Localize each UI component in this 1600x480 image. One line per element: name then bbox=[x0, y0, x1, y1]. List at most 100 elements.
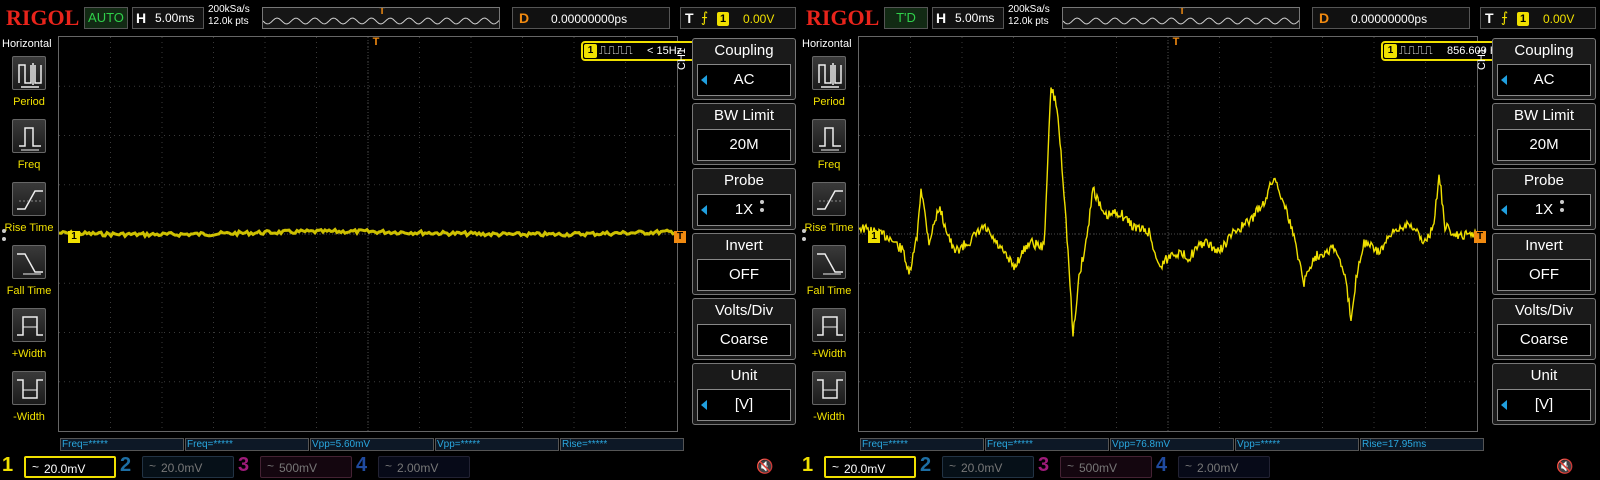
measure-period-button[interactable]: Period bbox=[800, 56, 858, 118]
menu-volts-div-button[interactable]: Volts/Div Coarse bbox=[1492, 298, 1596, 360]
menu-item-value: AC bbox=[1497, 64, 1591, 96]
trigger-settings[interactable]: T ⨍ 1 0.00V bbox=[680, 7, 796, 29]
measure-rise-time-button[interactable]: Rise Time bbox=[800, 182, 858, 244]
rise-time-icon bbox=[812, 182, 846, 216]
ac-coupling-icon: ~ bbox=[1185, 459, 1193, 473]
measure-freq-button[interactable]: Freq bbox=[800, 119, 858, 181]
horizontal-label: H bbox=[136, 10, 147, 26]
channel-menu: Coupling AC BW Limit 20M Probe 1X Invert OFF Vol… bbox=[1490, 38, 1598, 434]
menu-item-value: [V] bbox=[1497, 389, 1591, 421]
menu-probe-button[interactable]: Probe 1X bbox=[1492, 168, 1596, 230]
waveform-graticule[interactable]: 1 ⎍⎍⎍⎍ 856.609 Hz bbox=[858, 36, 1525, 432]
measure-rise-time-button[interactable]: Rise Time bbox=[0, 182, 58, 244]
waveform-graticule[interactable]: 1 ⎍⎍⎍⎍ < 15Hz bbox=[58, 36, 725, 432]
memory-window-overview[interactable]: T bbox=[1062, 7, 1300, 29]
channel-number: 1 bbox=[802, 454, 814, 476]
trigger-settings[interactable]: T ⨍ 1 0.00V bbox=[1480, 7, 1596, 29]
negative-width-icon bbox=[812, 371, 846, 405]
measurement-result: Freq=***** bbox=[60, 438, 184, 451]
period-icon bbox=[12, 56, 46, 90]
negative-width-icon bbox=[12, 371, 46, 405]
trigger-time-marker[interactable]: T bbox=[369, 36, 383, 50]
menu-probe-button[interactable]: Probe 1X bbox=[692, 168, 796, 230]
square-wave-icon: ⎍⎍⎍⎍ bbox=[599, 43, 633, 57]
menu-item-title: Invert bbox=[1525, 237, 1563, 254]
speaker-muted-icon[interactable]: 🔇 bbox=[756, 458, 776, 476]
measure-negative-width-button[interactable]: -Width bbox=[0, 371, 58, 433]
horizontal-timebase[interactable]: H 5.00ms bbox=[132, 7, 204, 29]
menu-item-value: 1X bbox=[697, 194, 791, 226]
menu-bw-limit-button[interactable]: BW Limit 20M bbox=[692, 103, 796, 165]
menu-more-icon[interactable] bbox=[760, 200, 766, 218]
measurement-result: Freq=***** bbox=[860, 438, 984, 451]
measure-fall-time-button[interactable]: Fall Time bbox=[800, 245, 858, 307]
graticule-grid bbox=[859, 37, 1477, 431]
sample-rate: 200kSa/s bbox=[1008, 4, 1050, 15]
measurement-result: Vpp=***** bbox=[1235, 438, 1359, 451]
menu-item-title: Unit bbox=[730, 367, 758, 384]
measure-period-button[interactable]: Period bbox=[0, 56, 58, 118]
channel-scale-box: ~2.00mV bbox=[1178, 456, 1270, 478]
run-status-badge[interactable]: AUTO bbox=[84, 7, 128, 29]
menu-item-title: Coupling bbox=[1514, 42, 1574, 59]
channel-menu-label: CH1 bbox=[1476, 47, 1488, 70]
menu-coupling-button[interactable]: Coupling AC bbox=[692, 38, 796, 100]
freq-icon bbox=[812, 119, 846, 153]
fall-time-icon bbox=[812, 245, 846, 279]
measure-positive-width-button[interactable]: +Width bbox=[800, 308, 858, 370]
channel-scale: 500mV bbox=[1079, 461, 1118, 475]
measure-positive-width-button[interactable]: +Width bbox=[0, 308, 58, 370]
memory-window-overview[interactable]: T bbox=[262, 7, 500, 29]
delay-label: D bbox=[519, 10, 530, 26]
fall-time-icon bbox=[12, 245, 46, 279]
run-status-badge[interactable]: T'D bbox=[884, 7, 928, 29]
trigger-level-marker[interactable]: T bbox=[674, 231, 686, 243]
measure-fall-time-button[interactable]: Fall Time bbox=[0, 245, 58, 307]
measurement-result: Vpp=5.60mV bbox=[310, 438, 434, 451]
delay-value: 0.00000000ps bbox=[551, 12, 628, 26]
menu-item-value: 1X bbox=[1497, 194, 1591, 226]
menu-invert-button[interactable]: Invert OFF bbox=[1492, 233, 1596, 295]
menu-item-value: 20M bbox=[1497, 129, 1591, 161]
trigger-delay[interactable]: D 0.00000000ps bbox=[512, 7, 670, 29]
measurement-results-row: Freq=***** Freq=***** Vpp=5.60mV Vpp=***** R… bbox=[60, 438, 688, 451]
ac-coupling-icon: ~ bbox=[32, 460, 40, 474]
more-options-icon[interactable] bbox=[802, 229, 808, 247]
rising-edge-icon: ⨍ bbox=[1501, 9, 1509, 25]
ch1-offset-marker[interactable]: 1 bbox=[868, 231, 880, 243]
horizontal-timebase[interactable]: H 5.00ms bbox=[932, 7, 1004, 29]
menu-bw-limit-button[interactable]: BW Limit 20M bbox=[1492, 103, 1596, 165]
left-arrow-icon bbox=[701, 75, 707, 85]
timebase-value: 5.00ms bbox=[155, 11, 195, 25]
menu-volts-div-button[interactable]: Volts/Div Coarse bbox=[692, 298, 796, 360]
channel-scale: 20.0mV bbox=[44, 462, 86, 476]
channel-scale: 20.0mV bbox=[161, 461, 203, 475]
sample-rate: 200kSa/s bbox=[208, 4, 250, 15]
ac-coupling-icon: ~ bbox=[267, 459, 275, 473]
measure-freq-button[interactable]: Freq bbox=[0, 119, 58, 181]
measurement-panel: Horizontal Period Freq Rise Time Fall Time +… bbox=[0, 36, 58, 436]
channel-scale-box: ~20.0mV bbox=[824, 456, 916, 478]
channel-number: 1 bbox=[2, 454, 14, 476]
trigger-level-marker[interactable]: T bbox=[1474, 231, 1486, 243]
trigger-label: T bbox=[1485, 10, 1494, 26]
trigger-delay[interactable]: D 0.00000000ps bbox=[1312, 7, 1470, 29]
trigger-time-marker[interactable]: T bbox=[1169, 36, 1183, 50]
channel-scale: 2.00mV bbox=[397, 461, 439, 475]
ch1-offset-marker[interactable]: 1 bbox=[68, 231, 80, 243]
channel-number: 2 bbox=[120, 454, 132, 476]
sample-info: 200kSa/s 12.0k pts bbox=[208, 4, 250, 28]
menu-more-icon[interactable] bbox=[1560, 200, 1566, 218]
ac-coupling-icon: ~ bbox=[832, 460, 840, 474]
menu-unit-button[interactable]: Unit [V] bbox=[1492, 363, 1596, 425]
menu-invert-button[interactable]: Invert OFF bbox=[692, 233, 796, 295]
menu-unit-button[interactable]: Unit [V] bbox=[692, 363, 796, 425]
menu-item-value: 20M bbox=[697, 129, 791, 161]
measure-negative-width-button[interactable]: -Width bbox=[800, 371, 858, 433]
oscilloscope-screen-right: RIGOL T'D H 5.00ms 200kSa/s 12.0k pts T … bbox=[800, 0, 1600, 480]
menu-coupling-button[interactable]: Coupling AC bbox=[1492, 38, 1596, 100]
more-options-icon[interactable] bbox=[2, 229, 8, 247]
top-status-bar: RIGOL T'D H 5.00ms 200kSa/s 12.0k pts T … bbox=[800, 0, 1600, 36]
menu-item-title: Coupling bbox=[714, 42, 774, 59]
speaker-muted-icon[interactable]: 🔇 bbox=[1556, 458, 1576, 476]
